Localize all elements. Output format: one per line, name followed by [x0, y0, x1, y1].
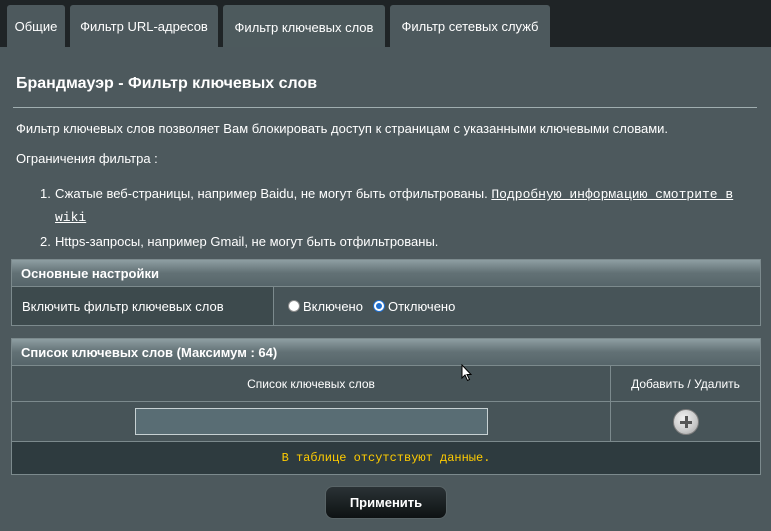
- empty-table-message: В таблице отсутствуют данные.: [12, 441, 760, 474]
- apply-button[interactable]: Применить: [325, 486, 447, 519]
- main-panel: Брандмауэр - Фильтр ключевых слов Фильтр…: [0, 47, 771, 531]
- basic-settings-table: Основные настройки Включить фильтр ключе…: [11, 259, 761, 326]
- radio-enabled-label: Включено: [303, 298, 363, 314]
- limit-item: 1. Сжатые веб-страницы, например Baidu, …: [40, 183, 750, 229]
- limit-text-2: Https-запросы, например Gmail, не могут …: [55, 234, 439, 249]
- column-add-delete: Добавить / Удалить: [631, 376, 740, 391]
- limit-text-1: Сжатые веб-страницы, например Baidu, не …: [55, 186, 488, 201]
- keyword-list-table: Список ключевых слов (Максимум : 64) Спи…: [11, 338, 761, 475]
- tab-keyword-filter[interactable]: Фильтр ключевых слов: [223, 5, 385, 49]
- limit-text: Сжатые веб-страницы, например Baidu, не …: [40, 183, 750, 229]
- tab-general[interactable]: Общие: [7, 5, 65, 47]
- title-divider: [13, 107, 757, 108]
- keyword-input-cell: [12, 402, 611, 441]
- keyword-input-row: [12, 401, 760, 441]
- add-cell: [611, 402, 760, 441]
- limit-number: 2.: [40, 234, 51, 249]
- column-keyword-list: Список ключевых слов: [12, 366, 611, 401]
- page-title: Брандмауэр - Фильтр ключевых слов: [16, 75, 318, 92]
- limit-item: 2. Https-запросы, например Gmail, не мог…: [40, 231, 750, 253]
- limit-number: 1.: [40, 186, 51, 201]
- add-keyword-button[interactable]: [672, 408, 699, 435]
- tab-network-services-filter[interactable]: Фильтр сетевых служб: [390, 5, 550, 47]
- radio-disabled-circle[interactable]: [372, 300, 385, 312]
- enable-filter-options: Включено Отключено: [274, 287, 760, 325]
- enable-filter-label: Включить фильтр ключевых слов: [12, 287, 274, 325]
- radio-enabled-circle[interactable]: [288, 300, 300, 312]
- enable-filter-row: Включить фильтр ключевых слов Включено О…: [12, 287, 760, 325]
- keyword-list-columns: Список ключевых слов Добавить / Удалить: [12, 366, 760, 401]
- radio-disabled-label: Отключено: [387, 298, 456, 314]
- page-description: Фильтр ключевых слов позволяет Вам блоки…: [16, 121, 669, 136]
- keyword-list-header: Список ключевых слов (Максимум : 64): [12, 339, 760, 366]
- keyword-input[interactable]: [134, 408, 488, 435]
- radio-enabled[interactable]: Включено: [288, 299, 363, 314]
- tab-url-filter[interactable]: Фильтр URL-адресов: [70, 5, 218, 47]
- radio-disabled[interactable]: Отключено: [372, 298, 456, 314]
- limits-label: Ограничения фильтра :: [16, 151, 158, 166]
- limits-list: 1. Сжатые веб-страницы, например Baidu, …: [40, 183, 750, 255]
- basic-settings-header: Основные настройки: [12, 260, 760, 287]
